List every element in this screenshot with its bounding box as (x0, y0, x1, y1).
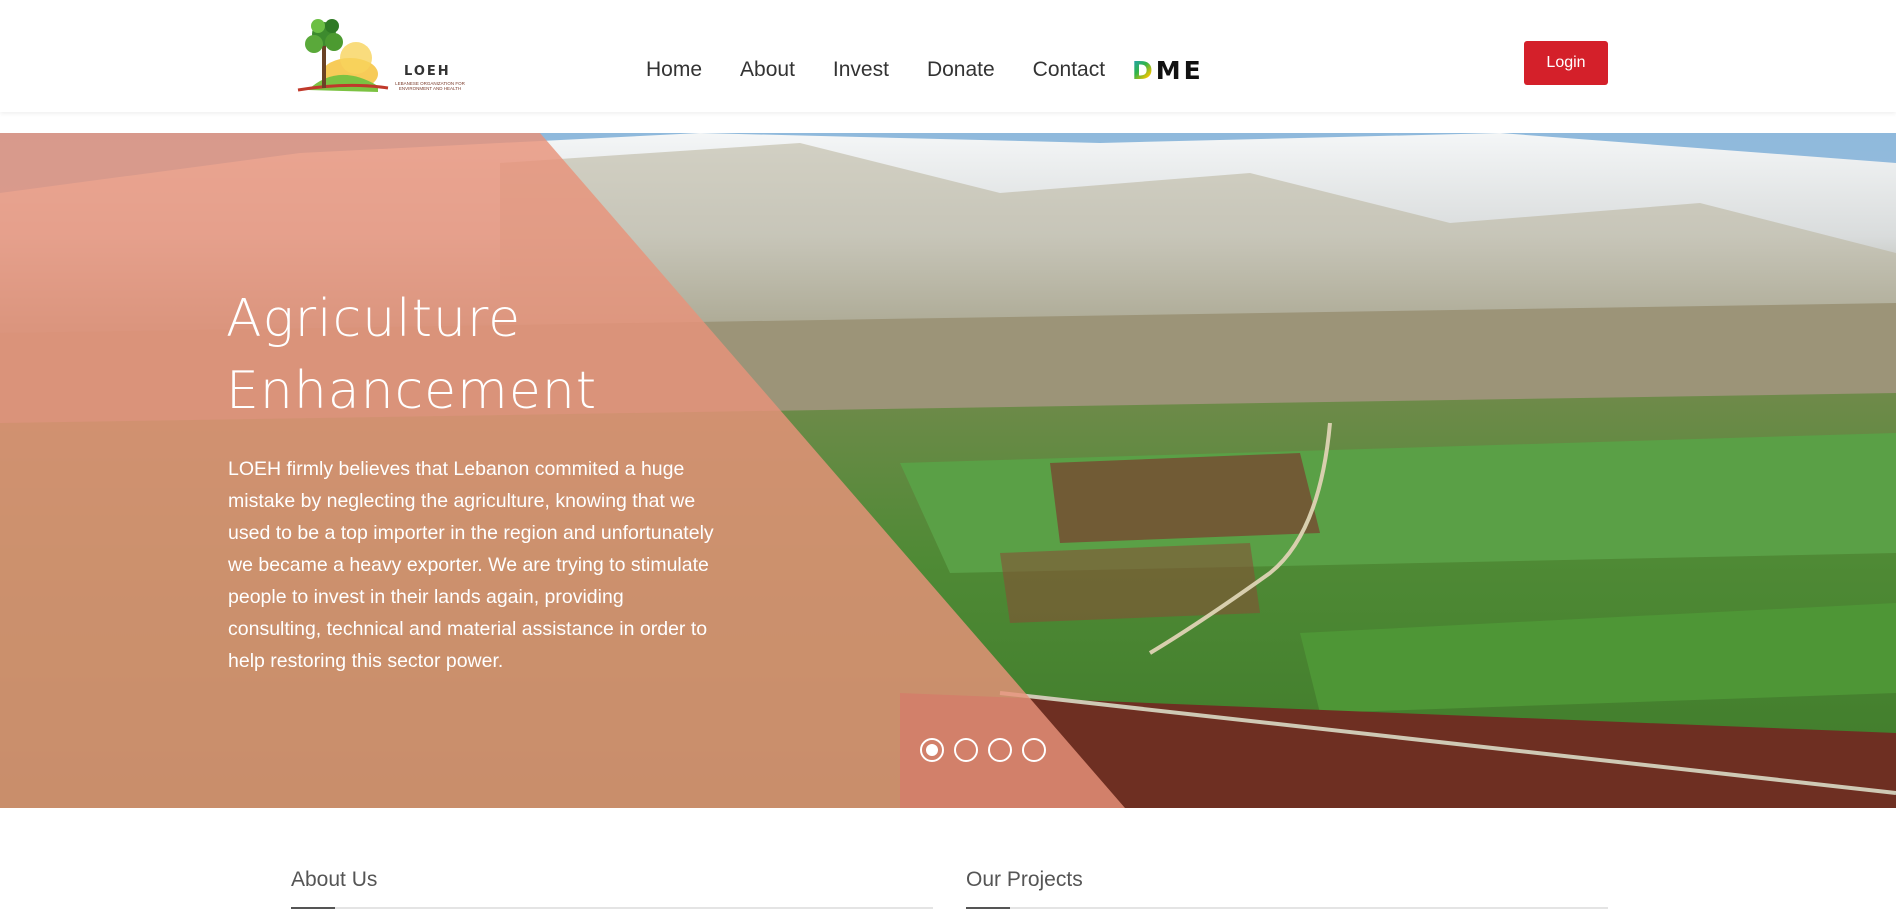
slide-title: Agriculture Enhancement (226, 283, 826, 427)
slide-dot-1[interactable] (920, 738, 944, 762)
logo-text: LOEH (404, 64, 451, 79)
nav-invest[interactable]: Invest (833, 58, 889, 82)
slide-dot-2[interactable] (954, 738, 978, 762)
nav-donate[interactable]: Donate (927, 58, 995, 82)
logo-subtitle: LEBANESE ORGANIZATION FOR ENVIRONMENT AN… (395, 81, 465, 91)
about-us-heading: About Us (291, 868, 378, 891)
our-projects-divider (966, 907, 1608, 909)
slide-title-line2: Enhancement (226, 361, 598, 421)
dme-logo-link[interactable]: DME (1132, 56, 1204, 85)
nav-contact[interactable]: Contact (1033, 58, 1105, 82)
main-nav: Home About Invest Donate Contact (646, 58, 1105, 82)
slide-dot-3[interactable] (988, 738, 1012, 762)
nav-home[interactable]: Home (646, 58, 702, 82)
site-header: LOEH LEBANESE ORGANIZATION FOR ENVIRONME… (0, 0, 1896, 112)
slide-description: LOEH firmly believes that Lebanon commit… (228, 458, 714, 672)
dme-logo-d: D (1132, 56, 1156, 85)
about-us-divider (291, 907, 933, 909)
dme-logo-me: ME (1155, 56, 1204, 85)
slide-dot-4[interactable] (1022, 738, 1046, 762)
hero-slider: Agriculture Enhancement LOEH firmly beli… (0, 133, 1896, 808)
our-projects-heading: Our Projects (966, 868, 1083, 891)
slide-title-line1: Agriculture (226, 289, 522, 349)
slider-pagination (920, 738, 1046, 762)
login-button[interactable]: Login (1524, 41, 1608, 85)
nav-about[interactable]: About (740, 58, 795, 82)
